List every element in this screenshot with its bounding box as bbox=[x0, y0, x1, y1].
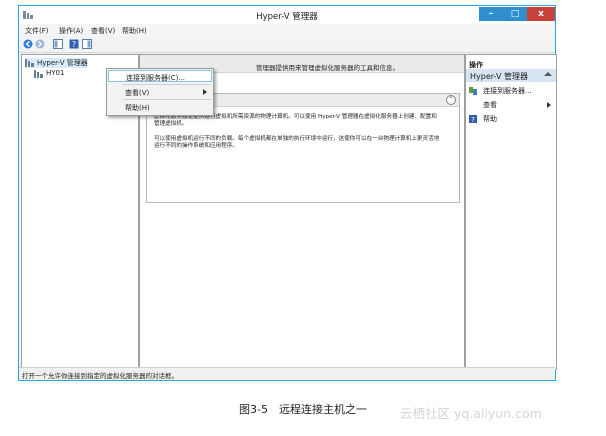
back-arrow-icon[interactable] bbox=[23, 39, 33, 49]
results-description: 管理器提供用来管理虚拟化服务器的工具和信息。 bbox=[256, 64, 399, 72]
action-pane-icon[interactable] bbox=[82, 39, 92, 49]
ctx-label: 查看(V) bbox=[125, 89, 150, 97]
context-menu: 连接到服务器(C)... 查看(V) 帮助(H) bbox=[106, 68, 214, 116]
connect-server-icon bbox=[469, 87, 477, 95]
show-tree-icon[interactable] bbox=[53, 39, 63, 49]
server-icon bbox=[34, 70, 43, 78]
ctx-separator bbox=[123, 99, 211, 100]
hyper-v-manager-icon bbox=[25, 59, 34, 67]
ctx-label: 连接到服务器(C)... bbox=[126, 74, 186, 82]
intro-paragraph-1: 虚拟化服务器是提供运行虚拟机所需资源的物理计算机。可以使用 Hyper-V 管理… bbox=[154, 114, 437, 127]
actions-pane: 操作 Hyper-V 管理器 连接到服务器... 查看 ? 帮助 bbox=[465, 54, 557, 370]
action-label: 查看 bbox=[483, 101, 497, 109]
action-view[interactable]: 查看 bbox=[469, 100, 554, 110]
submenu-arrow-icon bbox=[203, 89, 207, 95]
window-title: Hyper-V 管理器 bbox=[256, 12, 318, 22]
actions-group-hyper-v-manager[interactable]: Hyper-V 管理器 bbox=[466, 69, 556, 82]
ctx-view[interactable]: 查看(V) bbox=[108, 86, 212, 98]
help-icon[interactable]: ? bbox=[69, 39, 79, 49]
tree-label: HY01 bbox=[46, 69, 65, 77]
action-connect-server[interactable]: 连接到服务器... bbox=[469, 86, 554, 96]
tree-label: Hyper-V 管理器 bbox=[37, 59, 88, 67]
minimize-button[interactable]: – bbox=[479, 7, 503, 21]
menu-action[interactable]: 操作(A) bbox=[59, 26, 83, 36]
svg-text:?: ? bbox=[72, 40, 76, 49]
tree-item-hy01[interactable]: HY01 bbox=[34, 69, 74, 79]
toolbar: ? bbox=[19, 36, 555, 53]
status-text: 打开一个允许你连接到指定的虚拟化服务器的对话框。 bbox=[22, 372, 178, 380]
forward-arrow-icon[interactable] bbox=[35, 39, 45, 49]
collapse-caret-icon[interactable] bbox=[544, 72, 552, 76]
submenu-arrow-icon bbox=[547, 102, 551, 108]
action-help[interactable]: ? 帮助 bbox=[469, 114, 554, 124]
svg-text:?: ? bbox=[471, 116, 475, 123]
help-icon: ? bbox=[469, 115, 477, 123]
maximize-button[interactable]: □ bbox=[503, 7, 527, 21]
menu-file[interactable]: 文件(F) bbox=[25, 26, 49, 36]
close-button[interactable]: x bbox=[527, 7, 555, 21]
action-label: 连接到服务器... bbox=[483, 87, 532, 95]
menu-bar: 文件(F) 操作(A) 查看(V) 帮助(H) bbox=[19, 24, 555, 36]
status-bar: 打开一个允许你连接到指定的虚拟化服务器的对话框。 bbox=[19, 367, 555, 380]
menu-view[interactable]: 查看(V) bbox=[91, 26, 115, 36]
collapse-icon[interactable]: ⌃ bbox=[446, 95, 456, 105]
menu-help[interactable]: 帮助(H) bbox=[122, 26, 147, 36]
title-bar[interactable]: Hyper-V 管理器 – □ x bbox=[19, 6, 555, 24]
ctx-connect-server[interactable]: 连接到服务器(C)... bbox=[108, 70, 212, 82]
intro-paragraph-2: 可以使用虚拟机运行不同的负载。每个虚拟机都在单独的执行环境中运行，这使你可以在一… bbox=[154, 136, 440, 149]
tree-item-hyper-v-manager[interactable]: Hyper-V 管理器 bbox=[25, 58, 88, 68]
action-label: 帮助 bbox=[483, 115, 497, 123]
ctx-label: 帮助(H) bbox=[125, 104, 150, 112]
actions-group-label: Hyper-V 管理器 bbox=[470, 72, 528, 81]
watermark: 云栖社区 yq.aliyun.com bbox=[400, 406, 542, 421]
ctx-help[interactable]: 帮助(H) bbox=[108, 101, 212, 113]
ctx-separator bbox=[123, 84, 211, 85]
hyper-v-manager-window: Hyper-V 管理器 – □ x 文件(F) 操作(A) 查看(V) 帮助(H… bbox=[18, 5, 557, 381]
